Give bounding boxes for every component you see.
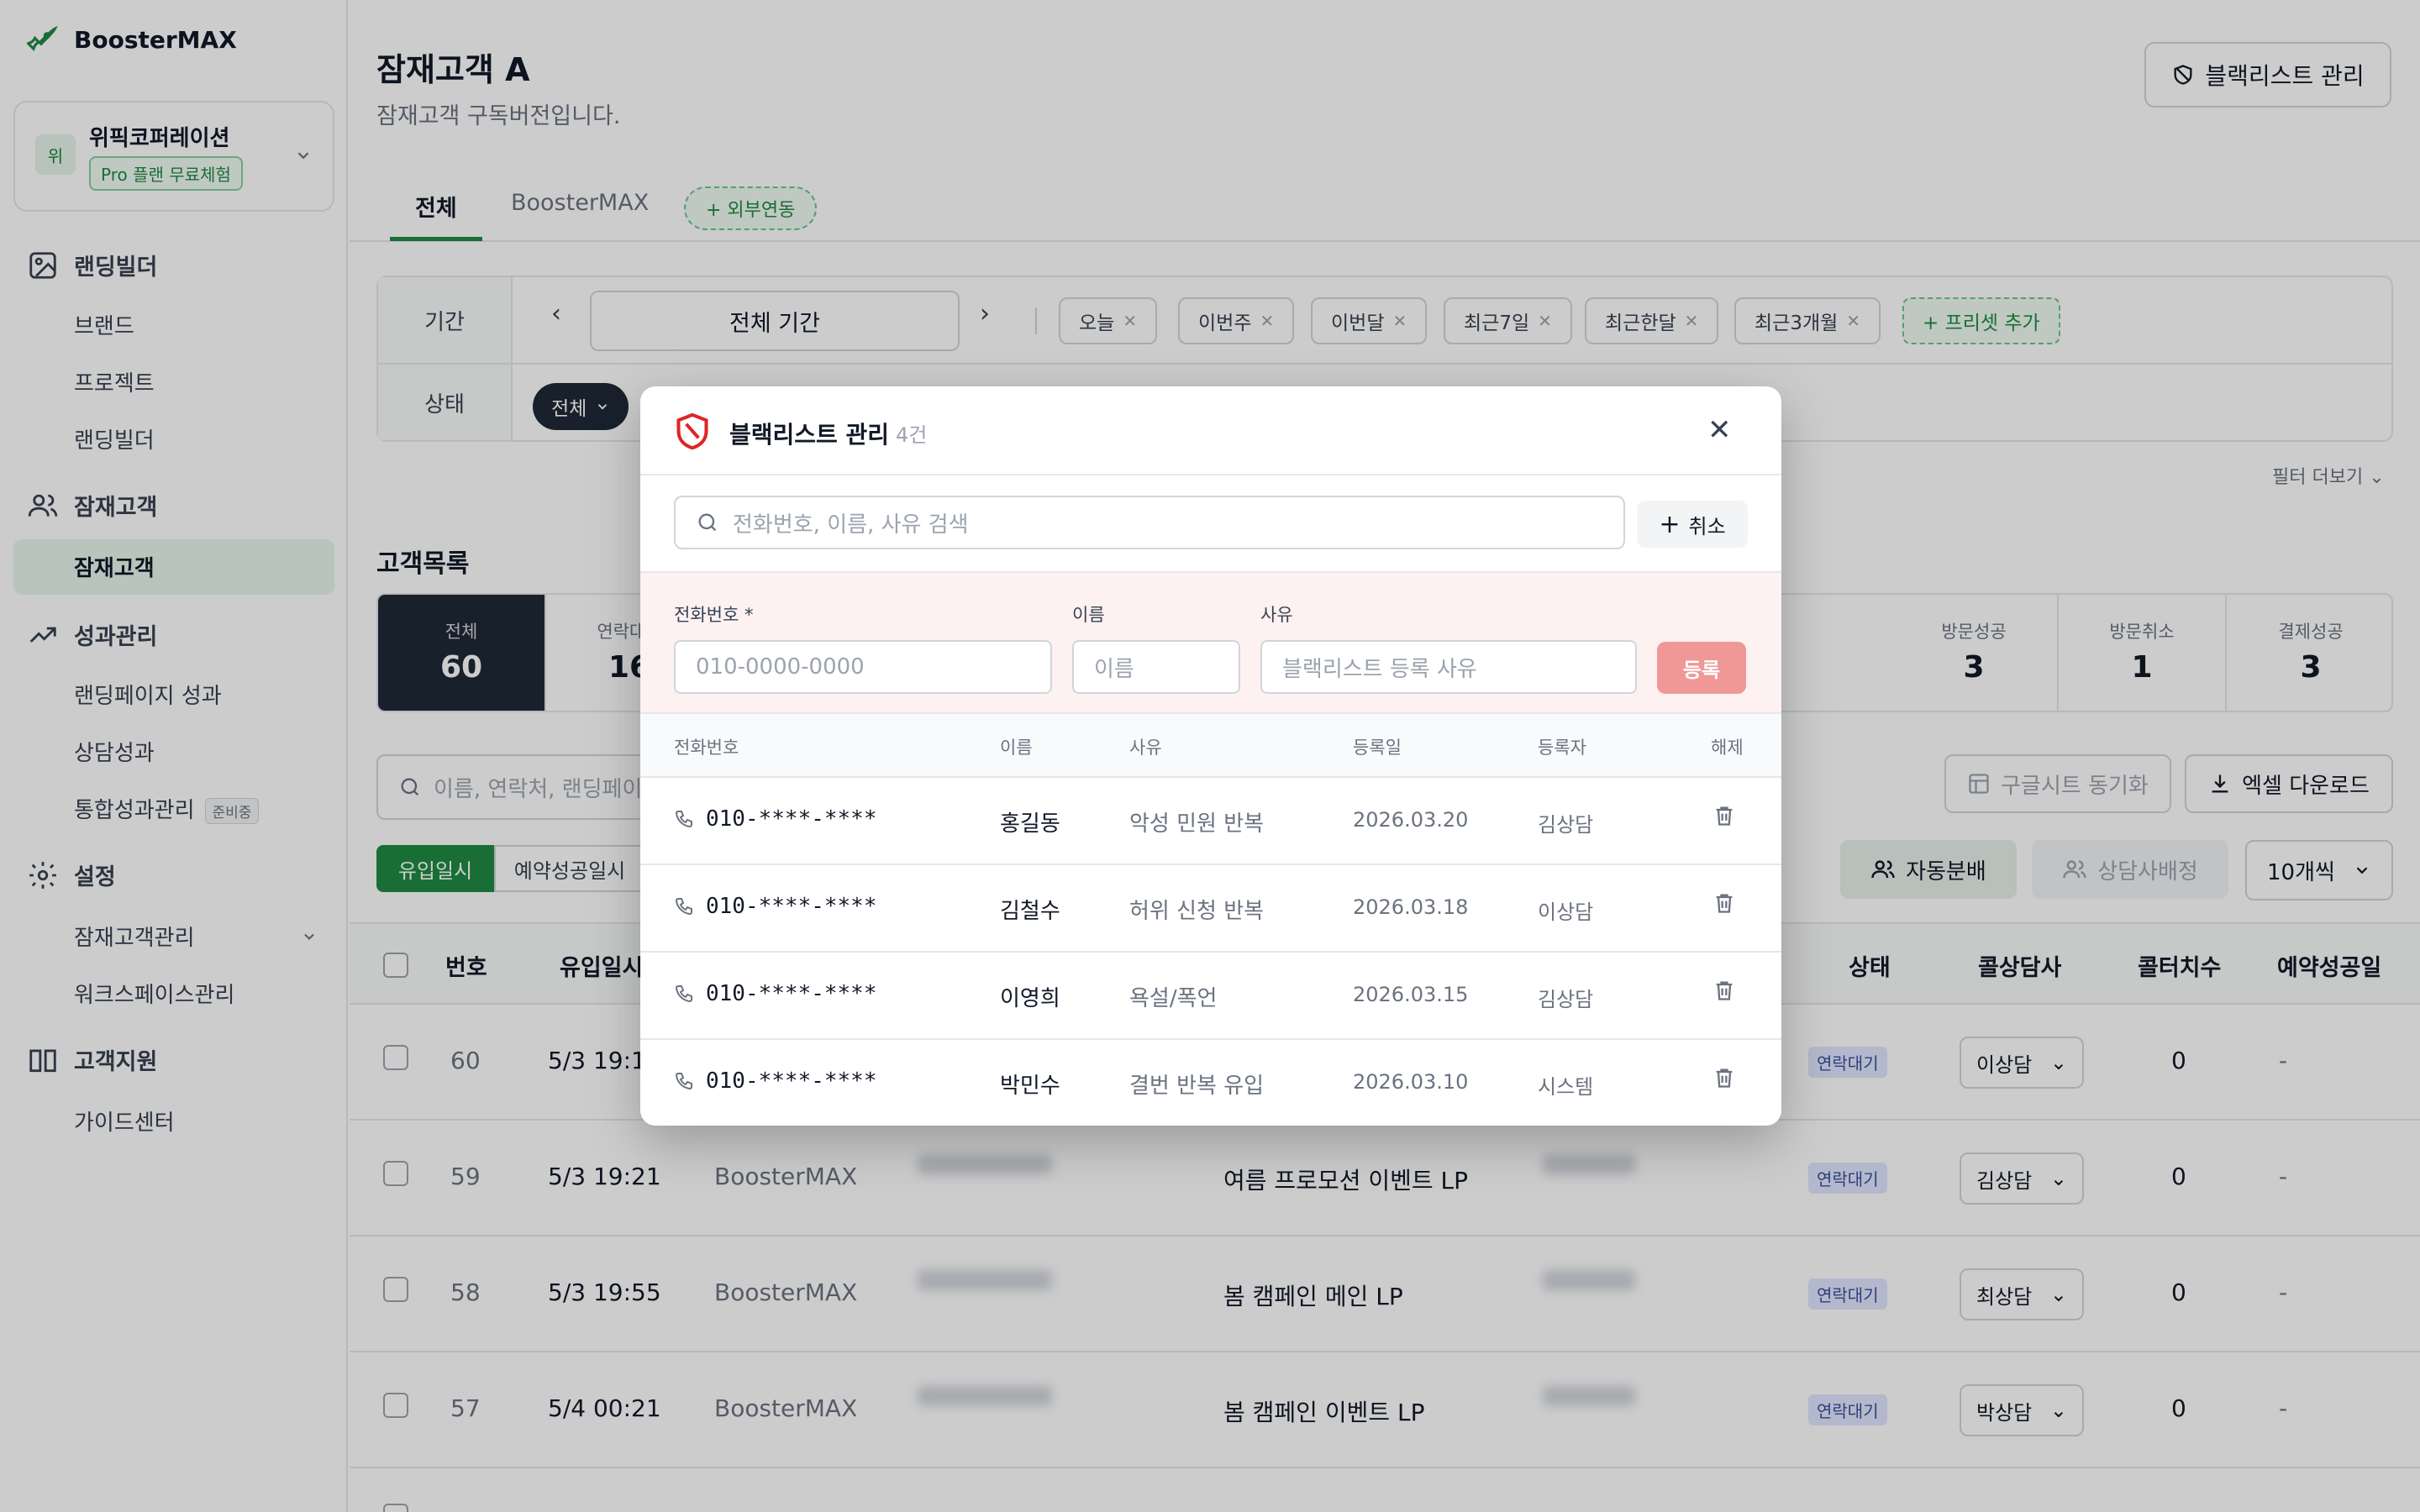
cell-phone: 010-****-****	[674, 1068, 877, 1094]
blacklist-row: 010-****-**** 홍길동 악성 민원 반복 2026.03.20 김상…	[640, 778, 1781, 865]
modal-header: 블랙리스트 관리 4건 ✕	[640, 386, 1781, 475]
trash-icon[interactable]	[1712, 890, 1736, 921]
phone-placeholder: 010-0000-0000	[696, 654, 865, 680]
phone-label: 전화번호 *	[674, 605, 754, 625]
cell-name: 이영희	[1000, 986, 1060, 1011]
cell-date: 2026.03.18	[1353, 895, 1469, 919]
shield-block-icon	[676, 412, 708, 450]
col-phone: 전화번호	[674, 738, 739, 758]
col-registered-by: 등록자	[1538, 738, 1586, 758]
name-label: 이름	[1072, 605, 1105, 625]
cell-registered-by: 시스템	[1538, 1075, 1594, 1099]
cell-registered-by: 김상담	[1538, 813, 1594, 837]
cell-registered-by: 김상담	[1538, 988, 1594, 1011]
search-icon	[698, 513, 717, 532]
cancel-add-button[interactable]: + 취소	[1637, 501, 1748, 548]
register-button[interactable]: 등록	[1657, 642, 1746, 694]
cell-reason: 악성 민원 반복	[1129, 811, 1265, 837]
cell-reason: 욕설/폭언	[1129, 986, 1218, 1011]
cell-phone: 010-****-****	[674, 806, 877, 832]
phone-value: 010-****-****	[706, 1068, 877, 1094]
phone-field[interactable]: 010-0000-0000	[674, 640, 1052, 694]
phone-icon	[675, 811, 692, 828]
search-placeholder: 전화번호, 이름, 사유 검색	[733, 512, 969, 538]
phone-icon	[675, 985, 692, 1003]
trash-icon[interactable]	[1712, 1065, 1736, 1096]
name-placeholder: 이름	[1094, 656, 1134, 682]
cancel-label: 취소	[1688, 514, 1726, 538]
phone-value: 010-****-****	[706, 981, 877, 1006]
trash-icon[interactable]	[1712, 978, 1736, 1009]
blacklist-row: 010-****-**** 김철수 허위 신청 반복 2026.03.18 이상…	[640, 865, 1781, 953]
phone-icon	[675, 1073, 692, 1090]
modal-title: 블랙리스트 관리	[729, 421, 890, 449]
close-icon[interactable]: ✕	[1707, 413, 1732, 447]
cell-name: 홍길동	[1000, 811, 1060, 837]
cell-registered-by: 이상담	[1538, 900, 1594, 924]
cell-phone: 010-****-****	[674, 894, 877, 919]
phone-value: 010-****-****	[706, 806, 877, 832]
name-field[interactable]: 이름	[1072, 640, 1240, 694]
blacklist-row: 010-****-**** 이영희 욕설/폭언 2026.03.15 김상담	[640, 953, 1781, 1040]
cell-date: 2026.03.10	[1353, 1070, 1469, 1094]
cell-reason: 허위 신청 반복	[1129, 899, 1265, 924]
blacklist-search-input[interactable]: 전화번호, 이름, 사유 검색	[674, 496, 1625, 549]
cell-reason: 결번 반복 유입	[1129, 1074, 1265, 1099]
blacklist-table-header: 전화번호 이름 사유 등록일 등록자 해제	[640, 714, 1781, 778]
cell-name: 박민수	[1000, 1074, 1060, 1099]
trash-icon[interactable]	[1712, 803, 1736, 834]
cell-name: 김철수	[1000, 899, 1060, 924]
reason-label: 사유	[1260, 605, 1293, 625]
cell-date: 2026.03.20	[1353, 808, 1469, 832]
reason-field[interactable]: 블랙리스트 등록 사유	[1260, 640, 1637, 694]
blacklist-row: 010-****-**** 박민수 결번 반복 유입 2026.03.10 시스…	[640, 1040, 1781, 1126]
blacklist-modal: 블랙리스트 관리 4건 ✕ 전화번호, 이름, 사유 검색 + 취소 전화번호 …	[640, 386, 1781, 1126]
phone-icon	[675, 898, 692, 916]
cell-phone: 010-****-****	[674, 981, 877, 1006]
cell-date: 2026.03.15	[1353, 983, 1469, 1006]
col-name: 이름	[1000, 738, 1033, 758]
reason-placeholder: 블랙리스트 등록 사유	[1282, 656, 1477, 682]
phone-value: 010-****-****	[706, 894, 877, 919]
col-remove: 해제	[1711, 738, 1744, 758]
col-reason: 사유	[1129, 738, 1162, 758]
add-blacklist-form: 전화번호 * 010-0000-0000 이름 이름 사유 블랙리스트 등록 사…	[640, 571, 1781, 714]
col-date: 등록일	[1353, 738, 1402, 758]
plus-icon: +	[1659, 509, 1681, 539]
modal-count: 4건	[896, 423, 928, 447]
app-root: BoosterMAX 위 위픽코퍼레이션 Pro 플랜 무료체험 랜딩빌더 브랜…	[0, 0, 2420, 1512]
